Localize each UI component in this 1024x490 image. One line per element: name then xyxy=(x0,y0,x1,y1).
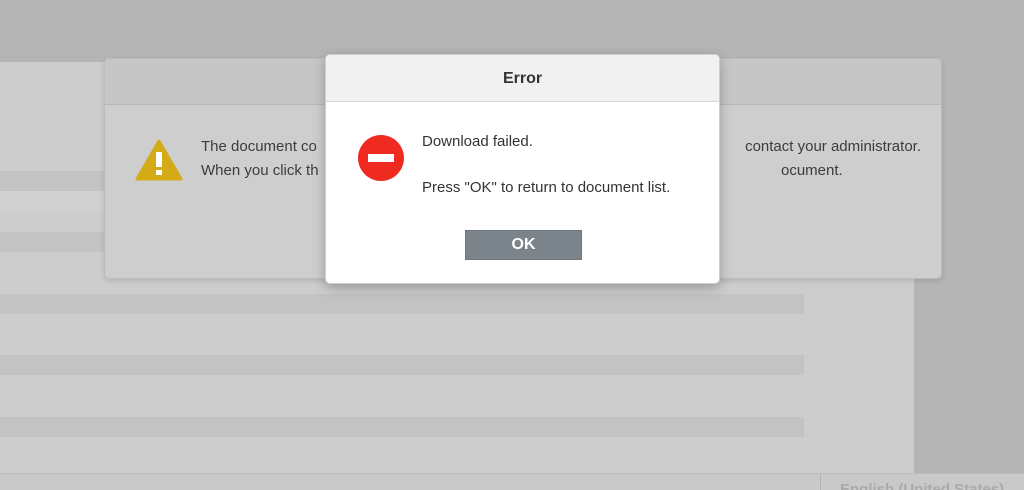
document-line xyxy=(0,417,804,437)
error-dialog: Error Download failed. Press "OK" to ret… xyxy=(325,54,720,284)
warning-line-1-continued: contact your administrator. xyxy=(745,138,921,155)
error-dialog-title: Error xyxy=(326,55,719,102)
document-line xyxy=(0,355,804,375)
error-message: Download failed. xyxy=(422,133,533,150)
warning-triangle-icon xyxy=(135,139,183,181)
document-line xyxy=(0,294,804,314)
error-instruction: Press "OK" to return to document list. xyxy=(422,179,671,196)
ok-button[interactable]: OK xyxy=(465,230,582,260)
stop-icon xyxy=(358,135,404,181)
status-divider xyxy=(820,474,821,490)
status-bar: English (United States) xyxy=(0,473,1024,490)
language-indicator[interactable]: English (United States) xyxy=(840,481,1004,490)
stop-icon-bar xyxy=(368,154,394,162)
warning-line-2-continued: ocument. xyxy=(781,162,843,179)
